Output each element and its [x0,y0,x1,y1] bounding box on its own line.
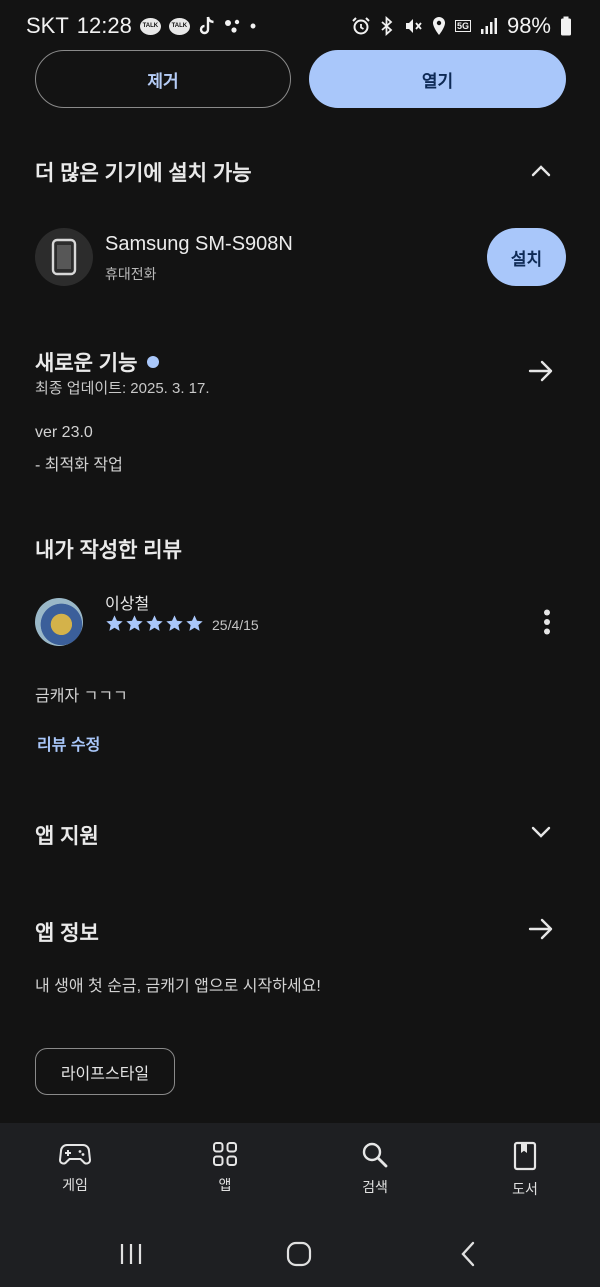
whats-new-title: 새로운 기능 [35,347,160,377]
home-button[interactable] [284,1239,314,1269]
book-icon [513,1141,537,1171]
primary-actions: 제거 열기 [35,50,566,108]
device-icon-container [35,228,93,286]
uninstall-button[interactable]: 제거 [35,50,291,108]
review-date: 25/4/15 [212,617,259,633]
nav-games-label: 게임 [62,1177,88,1193]
star-icon [106,615,123,631]
home-icon [286,1241,312,1267]
device-type: 휴대전화 [105,266,157,282]
more-notifications-dot: • [249,15,257,36]
my-review-title: 내가 작성한 리뷰 [35,539,182,562]
new-indicator-dot [147,356,160,369]
device-name: Samsung SM-S908N [105,233,293,255]
system-navigation-bar [0,1221,600,1287]
carrier-label: SKT [26,13,69,38]
category-chip[interactable]: 라이프스타일 [35,1048,175,1095]
talk-badge-text: TALK [171,23,188,29]
alarm-icon [351,16,371,36]
edit-review-link[interactable]: 리뷰 수정 [37,731,100,755]
nav-books[interactable]: 도서 [450,1123,600,1221]
collapse-button[interactable] [521,151,561,191]
signal-icon [480,17,498,35]
search-icon [362,1142,388,1168]
recent-apps-button[interactable] [116,1239,146,1269]
app-info-title: 앱 정보 [35,922,99,945]
expand-app-support-button[interactable] [521,812,561,852]
star-icon [126,615,143,631]
app-support-title: 앱 지원 [35,825,99,848]
back-chevron-icon [461,1241,475,1267]
star-icon [166,615,183,631]
bottom-navigation: 게임 앱 검색 도서 [0,1123,600,1221]
notification-dots-icon [224,18,242,34]
back-button[interactable] [453,1239,483,1269]
nav-apps-label: 앱 [218,1177,232,1193]
whats-new-details-button[interactable] [521,351,561,391]
play-store-app-detail-screen: SKT 12:28 TALK TALK • 5G 98% 제거 열기 더 많은 … [0,0,600,1287]
star-icon [146,615,163,631]
status-right: 5G 98% [351,13,572,39]
version-text: ver 23.0 [35,424,93,441]
chevron-down-icon [531,826,551,838]
whats-new-title-text: 새로운 기능 [35,352,138,375]
5g-icon: 5G [454,20,471,32]
nav-search-label: 검색 [362,1179,388,1195]
nav-search[interactable]: 검색 [300,1123,450,1221]
install-on-device-button[interactable]: 설치 [487,228,566,286]
more-devices-title: 더 많은 기기에 설치 가능 [35,162,252,185]
chevron-up-icon [531,165,551,177]
mute-icon [403,16,423,36]
recent-apps-icon [120,1244,142,1264]
nav-games[interactable]: 게임 [0,1123,150,1221]
kakaotalk-icon: TALK [168,17,190,35]
release-notes: - 최적화 작업 [35,457,123,474]
battery-percent: 98% [506,13,551,38]
phone-icon [51,238,77,276]
app-info-details-button[interactable] [521,909,561,949]
gamepad-icon [59,1144,91,1165]
open-button[interactable]: 열기 [309,50,566,108]
rating-stars [105,614,204,633]
review-text: 금캐자 ㄱㄱㄱ [35,688,128,705]
more-vert-icon [544,609,550,635]
clock: 12:28 [76,13,132,38]
reviewer-avatar [35,598,83,646]
status-left: SKT 12:28 TALK TALK • [26,13,256,39]
kakaotalk-icon: TALK [139,17,161,35]
nav-apps[interactable]: 앱 [150,1123,300,1221]
talk-badge-text: TALK [142,23,159,29]
reviewer-name: 이상철 [105,596,150,613]
nav-books-label: 도서 [512,1181,538,1197]
star-icon [186,615,203,631]
app-description: 내 생애 첫 순금, 금캐기 앱으로 시작하세요! [35,978,321,995]
arrow-right-icon [528,918,553,940]
tiktok-icon [198,16,216,36]
review-more-options-button[interactable] [527,602,567,642]
apps-grid-icon [213,1142,237,1166]
location-icon [432,16,446,36]
arrow-right-icon [528,360,553,382]
status-bar: SKT 12:28 TALK TALK • 5G 98% [0,0,600,52]
bluetooth-icon [380,16,394,36]
last-updated: 최종 업데이트: 2025. 3. 17. [35,380,210,397]
battery-icon [560,16,572,36]
